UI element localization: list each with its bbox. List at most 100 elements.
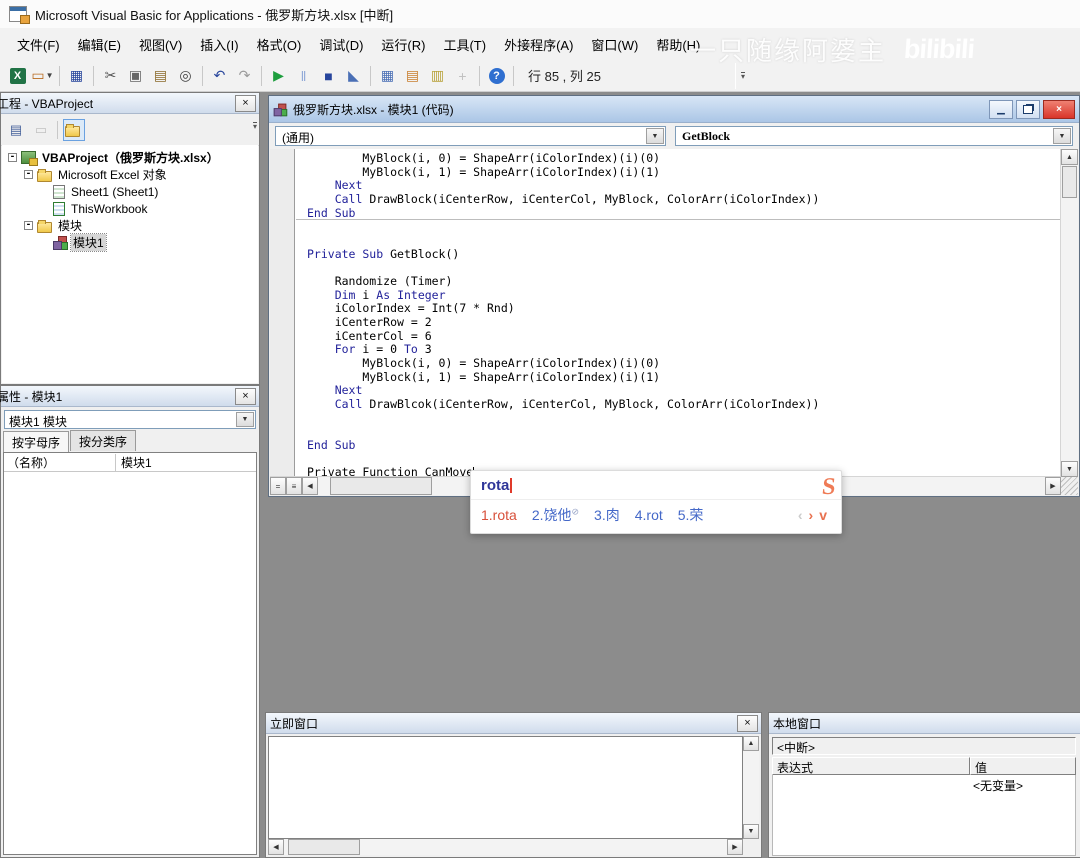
tree-item[interactable]: -模块 xyxy=(2,217,258,234)
tab-categorized[interactable]: 按分类序 xyxy=(70,430,136,451)
resize-grip[interactable] xyxy=(1061,477,1078,495)
toolbox-button[interactable]: + xyxy=(451,65,474,87)
scroll-up-icon[interactable]: ▲ xyxy=(743,736,759,751)
tree-expander[interactable]: - xyxy=(24,221,33,230)
tab-alphabetic[interactable]: 按字母序 xyxy=(3,431,69,452)
ime-candidate[interactable]: 5.荣 xyxy=(678,505,704,525)
scroll-right-icon[interactable]: ▶ xyxy=(727,839,743,855)
margin-indicator-bar[interactable] xyxy=(270,149,295,477)
property-row[interactable]: （名称） 模块1 xyxy=(4,453,256,472)
column-header-expression[interactable]: 表达式 xyxy=(772,757,970,775)
view-object-button[interactable]: ▭ xyxy=(30,119,52,141)
redo-button[interactable]: ↷ xyxy=(233,65,256,87)
project-icon xyxy=(21,151,36,164)
scroll-down-icon[interactable]: ▼ xyxy=(1061,461,1078,477)
folder-icon xyxy=(65,126,80,137)
menu-item[interactable]: 文件(F) xyxy=(8,30,69,59)
chevron-down-icon[interactable]: ▼ xyxy=(646,128,664,144)
close-button[interactable]: × xyxy=(1043,100,1075,119)
properties-panel-close-button[interactable]: × xyxy=(235,388,256,405)
toggle-folders-button[interactable] xyxy=(63,119,85,141)
menu-item[interactable]: 窗口(W) xyxy=(582,30,647,59)
chevron-down-icon[interactable]: ▼ xyxy=(46,71,54,80)
properties-window-button[interactable]: ▤ xyxy=(401,65,424,87)
ime-candidate[interactable]: 2.饶他⊘ xyxy=(532,505,579,525)
immediate-window-close-button[interactable]: × xyxy=(737,715,758,732)
scroll-up-icon[interactable]: ▲ xyxy=(1061,149,1078,165)
properties-panel-titlebar[interactable]: 属性 - 模块1 × xyxy=(1,386,259,407)
ime-expand-icon[interactable]: v xyxy=(819,507,827,523)
chevron-down-icon[interactable]: ▼ xyxy=(236,412,254,427)
locals-window-titlebar[interactable]: 本地窗口 xyxy=(769,713,1080,734)
save-button[interactable]: ▦ xyxy=(65,65,88,87)
code-line xyxy=(296,261,1061,275)
object-browser-button[interactable]: ▥ xyxy=(426,65,449,87)
code-vertical-scrollbar[interactable]: ▲ ▼ xyxy=(1060,149,1078,477)
paste-button[interactable]: ▤ xyxy=(149,65,172,87)
view-excel-button[interactable]: X xyxy=(6,65,29,87)
scrollbar-thumb[interactable] xyxy=(330,477,432,495)
ime-candidate[interactable]: 4.rot xyxy=(635,507,663,523)
ime-candidate[interactable]: 3.肉 xyxy=(594,505,620,525)
view-code-button[interactable]: ▤ xyxy=(5,119,27,141)
scrollbar-thumb[interactable] xyxy=(288,839,360,855)
property-value[interactable]: 模块1 xyxy=(116,454,157,471)
tree-item[interactable]: -Microsoft Excel 对象 xyxy=(2,166,258,183)
tree-item[interactable]: ThisWorkbook xyxy=(2,200,258,217)
copy-button[interactable]: ▣ xyxy=(124,65,147,87)
ime-input[interactable]: rota xyxy=(481,477,509,494)
minimize-button[interactable]: ▁ xyxy=(989,100,1013,119)
menu-item[interactable]: 编辑(E) xyxy=(69,30,130,59)
tree-item[interactable]: 模块1 xyxy=(2,234,258,251)
code-window-titlebar[interactable]: 俄罗斯方块.xlsx - 模块1 (代码) ▁ × xyxy=(269,96,1079,123)
menu-item[interactable]: 工具(T) xyxy=(434,30,495,59)
immediate-horizontal-scrollbar[interactable]: ◀ ▶ xyxy=(268,839,743,855)
tree-item[interactable]: -VBAProject（俄罗斯方块.xlsx） xyxy=(2,149,258,166)
code-editor[interactable]: MyBlock(i, 0) = ShapeArr(iColorIndex)(i)… xyxy=(270,149,1061,477)
menu-item[interactable]: 格式(O) xyxy=(248,30,311,59)
scroll-left-icon[interactable]: ◀ xyxy=(268,839,284,855)
restore-button[interactable] xyxy=(1016,100,1040,119)
tree-expander[interactable]: - xyxy=(8,153,17,162)
project-explorer-button[interactable]: ▦ xyxy=(376,65,399,87)
procedure-dropdown[interactable]: GetBlock ▼ xyxy=(675,126,1073,146)
help-button[interactable]: ? xyxy=(485,65,508,87)
immediate-vertical-scrollbar[interactable]: ▲ ▼ xyxy=(743,736,759,839)
run-button[interactable]: ▶ xyxy=(267,65,290,87)
scrollbar-thumb[interactable] xyxy=(1062,166,1077,198)
immediate-window-titlebar[interactable]: 立即窗口 × xyxy=(266,713,761,734)
scroll-left-icon[interactable]: ◀ xyxy=(302,477,318,495)
menu-item[interactable]: 运行(R) xyxy=(372,30,434,59)
object-dropdown[interactable]: (通用) ▼ xyxy=(275,126,666,146)
ime-prev-page-icon[interactable]: ‹ xyxy=(798,507,803,523)
column-header-value[interactable]: 值 xyxy=(970,757,1076,775)
procedure-view-button[interactable]: = xyxy=(270,477,286,495)
toolbar-overflow-button[interactable]: ▾ xyxy=(735,63,750,89)
menu-item[interactable]: 帮助(H) xyxy=(647,30,709,59)
design-mode-button[interactable]: ◣ xyxy=(342,65,365,87)
project-panel-close-button[interactable]: × xyxy=(235,95,256,112)
menu-item[interactable]: 视图(V) xyxy=(130,30,191,59)
tree-expander[interactable]: - xyxy=(24,170,33,179)
menu-item[interactable]: 调试(D) xyxy=(310,30,372,59)
menu-item[interactable]: 外接程序(A) xyxy=(495,30,582,59)
ime-candidate[interactable]: 1.rota xyxy=(481,507,517,523)
full-module-view-button[interactable]: ≡ xyxy=(286,477,302,495)
chevron-down-icon[interactable]: ▼ xyxy=(1053,128,1071,144)
tree-item[interactable]: Sheet1 (Sheet1) xyxy=(2,183,258,200)
ime-next-page-icon[interactable]: › xyxy=(809,507,814,523)
reset-button[interactable]: ■ xyxy=(317,65,340,87)
scroll-right-icon[interactable]: ▶ xyxy=(1045,477,1061,495)
title-bar: Microsoft Visual Basic for Applications … xyxy=(0,0,1080,29)
scroll-down-icon[interactable]: ▼ xyxy=(743,824,759,839)
insert-userform-button[interactable]: ▭▼ xyxy=(31,65,54,87)
project-toolbar-overflow-button[interactable]: ▾ xyxy=(253,122,257,130)
undo-button[interactable]: ↶ xyxy=(208,65,231,87)
project-panel-titlebar[interactable]: 工程 - VBAProject × xyxy=(1,93,259,114)
cut-button[interactable]: ✂ xyxy=(99,65,122,87)
menu-item[interactable]: 插入(I) xyxy=(191,30,247,59)
find-button[interactable]: ◎ xyxy=(174,65,197,87)
break-button[interactable]: ‖ xyxy=(292,65,315,87)
immediate-window-content[interactable] xyxy=(268,736,743,839)
properties-object-dropdown[interactable]: 模块1 模块 ▼ xyxy=(4,410,256,429)
